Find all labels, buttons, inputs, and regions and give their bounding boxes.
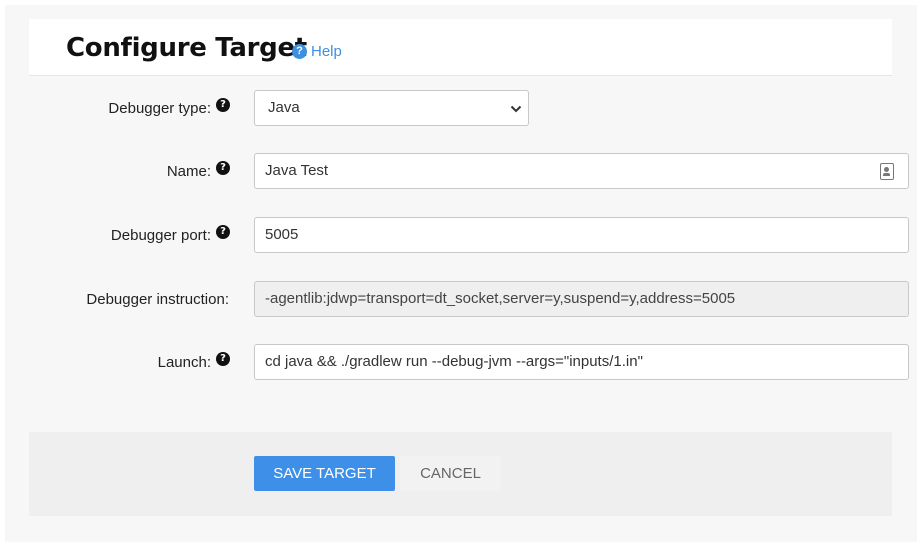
- name-value: Java Test: [265, 162, 329, 179]
- contact-card-icon[interactable]: [880, 163, 894, 180]
- save-target-button[interactable]: Save Target: [254, 456, 395, 491]
- debugger-type-label-row: Debugger type: ?: [0, 90, 230, 126]
- page-title: Configure Target: [66, 33, 307, 63]
- debugger-port-label-row: Debugger port: ?: [0, 217, 230, 253]
- launch-label-row: Launch: ?: [0, 344, 230, 380]
- question-circle-icon[interactable]: ?: [216, 225, 230, 239]
- debugger-type-value: Java: [268, 99, 300, 116]
- help-label: Help: [311, 43, 342, 60]
- debugger-instruction-value: -agentlib:jdwp=transport=dt_socket,serve…: [265, 290, 736, 307]
- launch-input[interactable]: cd java && ./gradlew run --debug-jvm --a…: [254, 344, 909, 380]
- name-label-row: Name: ?: [0, 153, 230, 189]
- question-circle-icon[interactable]: ?: [216, 161, 230, 175]
- launch-label: Launch:: [157, 353, 211, 371]
- name-input[interactable]: Java Test: [254, 153, 909, 189]
- launch-value: cd java && ./gradlew run --debug-jvm --a…: [265, 353, 643, 370]
- name-label: Name:: [166, 162, 211, 180]
- help-link[interactable]: ? Help: [292, 43, 342, 60]
- debugger-port-value: 5005: [265, 226, 299, 243]
- chevron-down-icon: [510, 105, 522, 113]
- debugger-instruction-field[interactable]: -agentlib:jdwp=transport=dt_socket,serve…: [254, 281, 909, 317]
- debugger-port-input[interactable]: 5005: [254, 217, 909, 253]
- debugger-instruction-label: Debugger instruction:: [86, 290, 229, 308]
- debugger-port-label: Debugger port:: [110, 226, 211, 244]
- debugger-type-select[interactable]: Java: [254, 90, 529, 126]
- question-circle-icon[interactable]: ?: [216, 352, 230, 366]
- question-circle-icon[interactable]: ?: [216, 98, 230, 112]
- panel-header: Configure Target ? Help: [29, 19, 892, 76]
- cancel-button[interactable]: Cancel: [400, 456, 501, 491]
- debugger-type-label: Debugger type:: [108, 99, 211, 117]
- question-circle-icon: ?: [292, 44, 307, 59]
- debugger-instruction-label-row: Debugger instruction:: [0, 281, 229, 317]
